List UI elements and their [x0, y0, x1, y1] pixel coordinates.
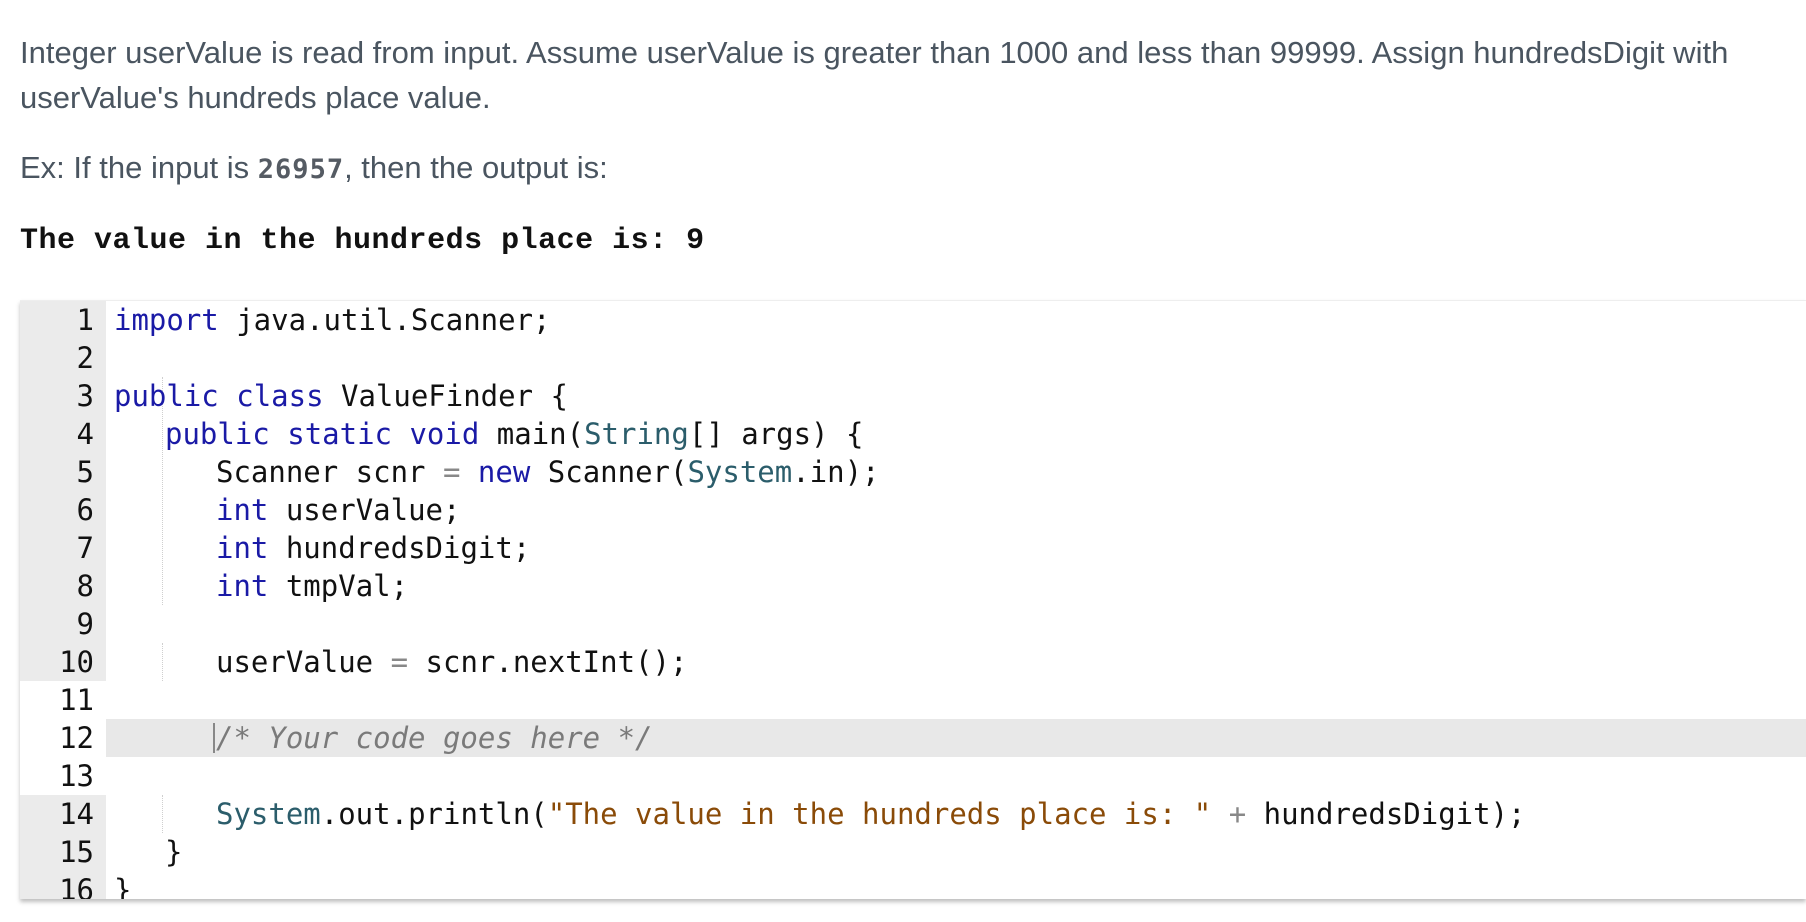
line-number: 10: [59, 645, 94, 679]
line-number: 15: [59, 835, 94, 869]
code-line: 8 int tmpVal;: [20, 567, 1806, 605]
line-number: 11: [20, 681, 106, 719]
line-number: 13: [20, 757, 106, 795]
code-line: 5 Scanner scnr = new Scanner(System.in);: [20, 453, 1806, 491]
code-editor[interactable]: 1 import java.util.Scanner; 2 3 public c…: [20, 300, 1806, 899]
code-line: 14 System.out.println("The value in the …: [20, 795, 1806, 833]
code-line: 10 userValue = scnr.nextInt();: [20, 643, 1806, 681]
line-number: 8: [76, 569, 94, 603]
code-line: 11: [20, 681, 1806, 719]
line-number: 14: [59, 797, 94, 831]
code-line: 16 }: [20, 871, 1806, 899]
code-line: 2: [20, 339, 1806, 377]
code-comment: /* Your code goes here */: [216, 721, 653, 755]
code-line: 3 public class ValueFinder {: [20, 377, 1806, 415]
code-line: 15 }: [20, 833, 1806, 871]
line-number: 9: [76, 607, 94, 641]
line-number: 7: [76, 531, 94, 565]
code-line-active[interactable]: 12 /* Your code goes here */: [20, 719, 1806, 757]
code-text: userValue = scnr.nextInt();: [216, 645, 688, 679]
line-number: 6: [76, 493, 94, 527]
example-input: 26957: [257, 154, 345, 185]
line-number: 5: [76, 455, 94, 489]
page: Integer userValue is read from input. As…: [0, 0, 1806, 922]
code-text: System.out.println("The value in the hun…: [216, 797, 1526, 831]
text-cursor: [213, 723, 215, 753]
code-text: Scanner scnr = new Scanner(System.in);: [216, 455, 880, 489]
line-number: 2: [76, 341, 94, 375]
code-text: int hundredsDigit;: [216, 531, 531, 565]
example-text: Ex: If the input is 26957, then the outp…: [20, 145, 608, 192]
code-line: 13: [20, 757, 1806, 795]
code-text: public static void main(String[] args) {: [165, 417, 864, 451]
line-number: 1: [76, 303, 94, 337]
code-line: 1 import java.util.Scanner;: [20, 301, 1806, 339]
line-number: 4: [76, 417, 94, 451]
line-number: 16: [59, 873, 94, 899]
code-line: 4 public static void main(String[] args)…: [20, 415, 1806, 453]
code-line: 7 int hundredsDigit;: [20, 529, 1806, 567]
code-text: }: [165, 835, 183, 869]
example-prefix: Ex: If the input is: [20, 150, 258, 185]
code-line: 6 int userValue;: [20, 491, 1806, 529]
problem-statement: Integer userValue is read from input. As…: [20, 30, 1780, 120]
code-text: import java.util.Scanner;: [114, 303, 551, 337]
code-text: int userValue;: [216, 493, 461, 527]
code-text: public class ValueFinder {: [114, 379, 568, 413]
sample-output: The value in the hundreds place is: 9: [20, 224, 705, 258]
code-text: }: [114, 873, 132, 899]
example-suffix: , then the output is:: [344, 150, 608, 185]
code-text: int tmpVal;: [216, 569, 409, 603]
code-line: 9: [20, 605, 1806, 643]
line-number: 12: [20, 719, 106, 757]
line-number: 3: [76, 379, 94, 413]
problem-statement-line-1: Integer userValue is read from input. As…: [20, 35, 1729, 70]
problem-statement-line-2: userValue's hundreds place value.: [20, 80, 491, 115]
